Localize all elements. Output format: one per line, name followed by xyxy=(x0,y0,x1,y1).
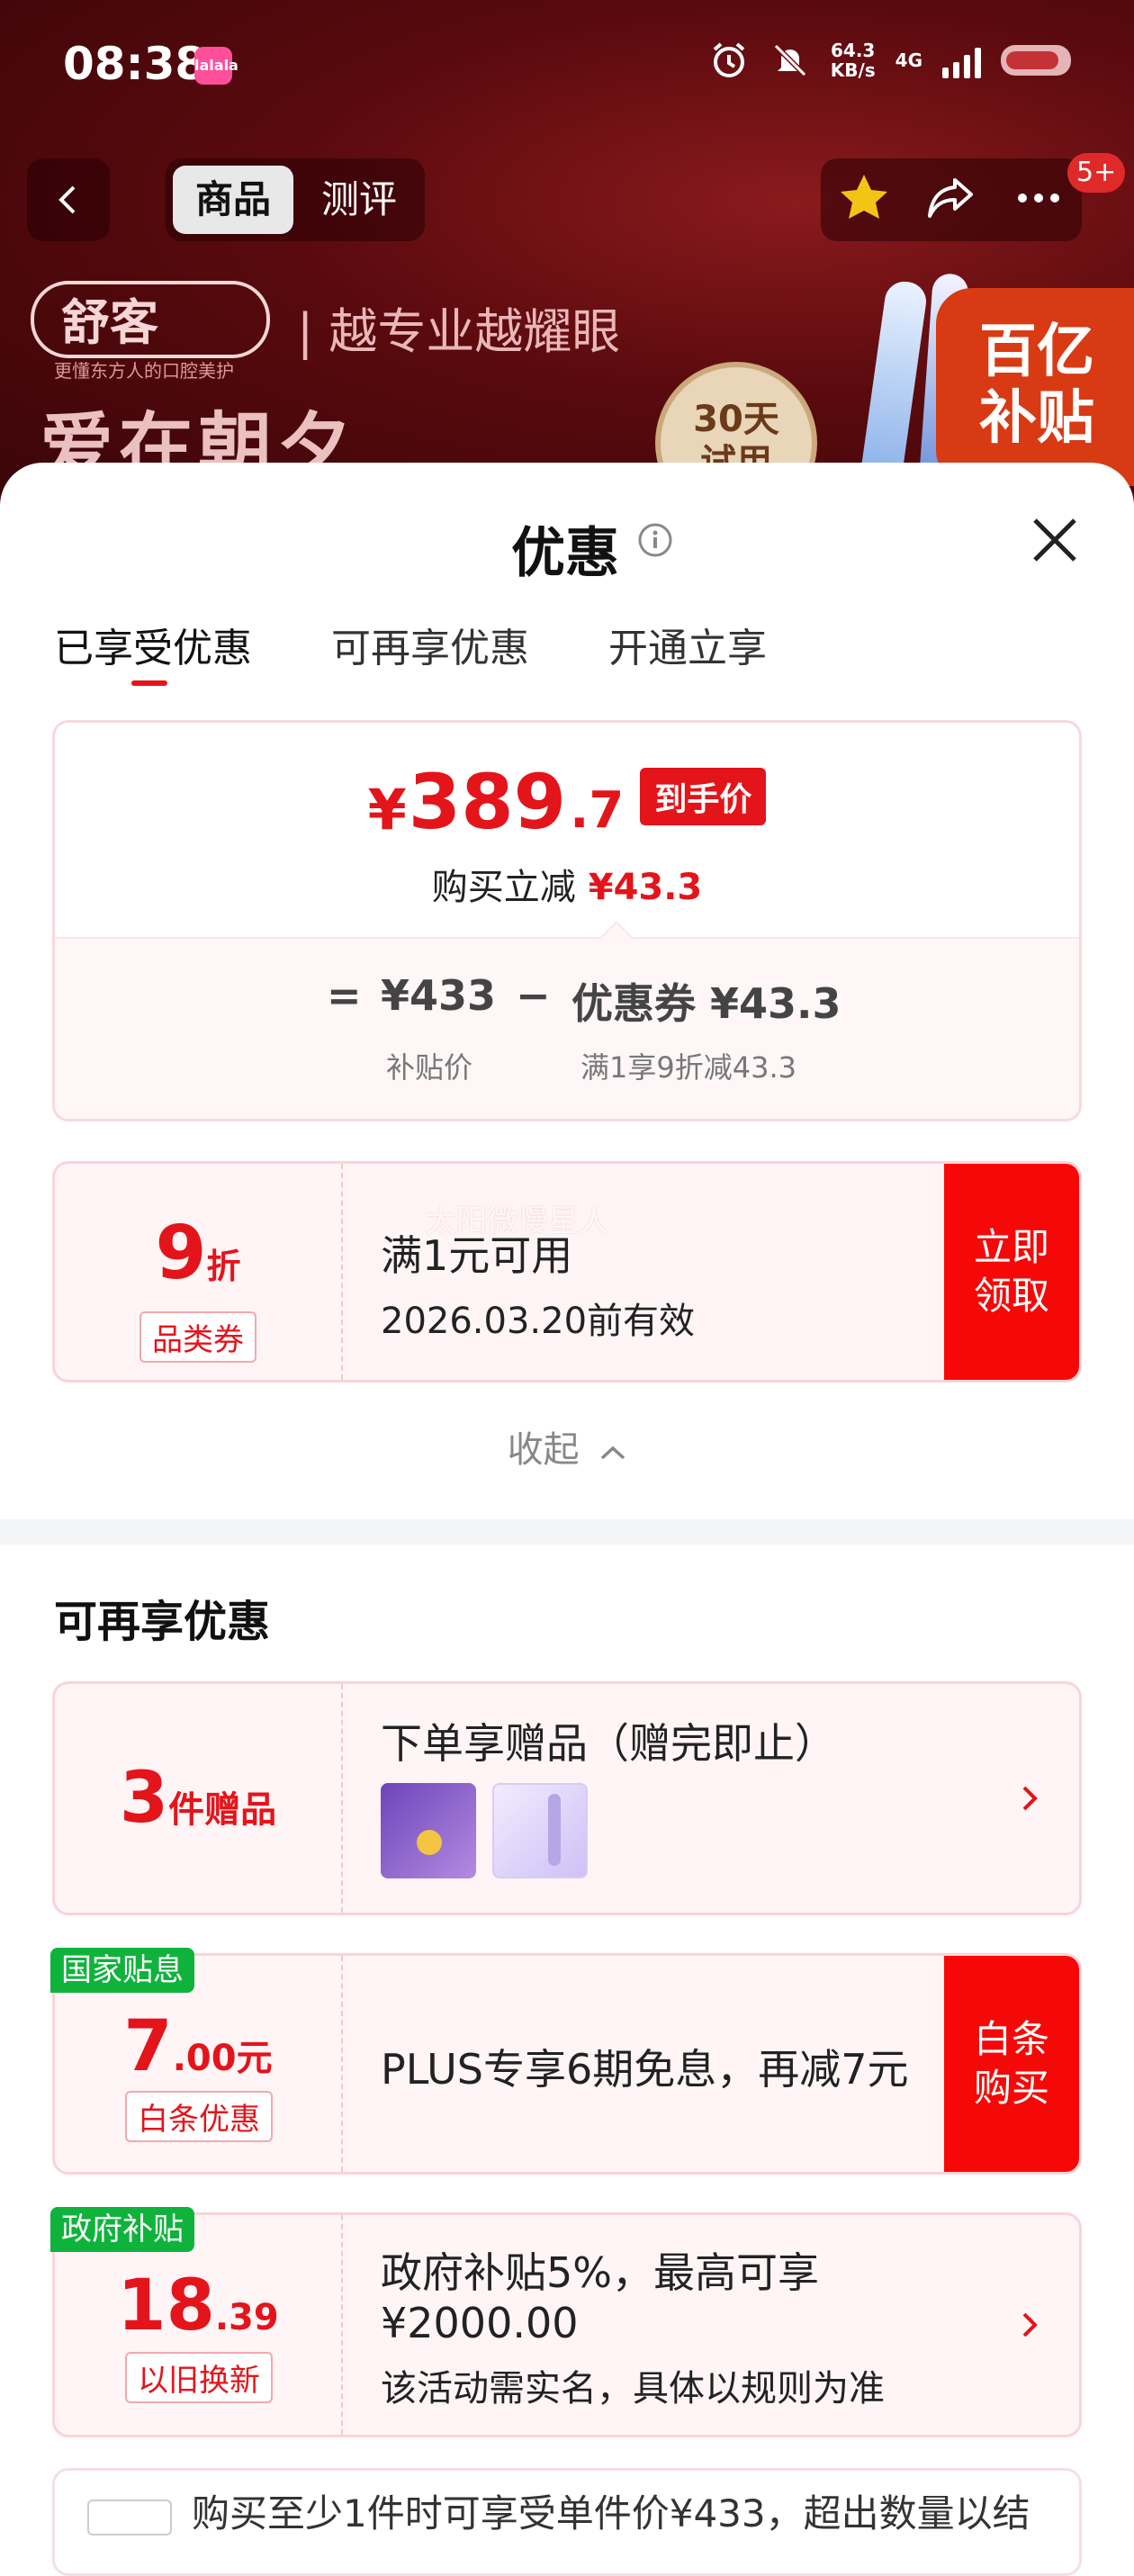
subsidy-badge: 百亿 补贴 xyxy=(936,288,1134,486)
collapse-button[interactable]: 收起 xyxy=(0,1420,1134,1473)
tab-activate[interactable]: 开通立享 xyxy=(608,616,767,673)
gov-sub-tag: 以旧换新 xyxy=(125,2352,273,2403)
gift-image xyxy=(492,1783,588,1878)
gift-count: 3件赠品 xyxy=(119,1758,277,1839)
coupon-validity: 2026.03.20前有效 xyxy=(381,1301,696,1342)
sheet-title: 优惠 xyxy=(511,522,619,585)
coupon-note: 满1享9折减43.3 xyxy=(580,1050,796,1085)
subsidy-price: ¥433 xyxy=(381,971,497,1020)
plus-interest-free-card[interactable]: 7.00元 白条优惠 PLUS专享6期免息，再减7元 白条购买 xyxy=(52,1953,1082,2175)
back-arrow-icon xyxy=(58,185,76,214)
gift-title: 下单享赠品（赠完即止） xyxy=(381,1719,836,1768)
coupon-info: 满1元可用 2026.03.20前有效 xyxy=(381,1223,695,1344)
network-speed: 64.3 KB/s xyxy=(830,40,876,81)
signal-icon xyxy=(942,42,981,78)
share-icon xyxy=(927,178,973,218)
brand-slogan: | 越专业越耀眼 xyxy=(297,303,621,360)
tab-indicator xyxy=(131,680,167,686)
back-button[interactable] xyxy=(27,158,110,241)
gov-offer-text: 政府补贴5%，最高可享¥2000.00 xyxy=(381,2248,819,2347)
brand-subtitle: 更懂东方人的口腔美护 xyxy=(54,360,234,382)
price-breakdown: = ¥433 补贴价 − 优惠券 ¥43.3 满1享9折减43.3 xyxy=(55,937,1079,1119)
notification-badge: 5+ xyxy=(1067,153,1126,193)
gift-image xyxy=(381,1783,476,1878)
minus-sign: − xyxy=(516,971,551,1020)
more-icon xyxy=(1017,194,1059,203)
tab-reviews[interactable]: 测评 xyxy=(301,166,418,234)
gov-offer-note: 该活动需实名，具体以规则为准 xyxy=(381,2368,885,2409)
brand-logo: 舒客 xyxy=(31,281,270,358)
tab-more-offers[interactable]: 可再享优惠 xyxy=(331,616,529,673)
coupon-amount: 优惠券 ¥43.3 xyxy=(572,979,842,1028)
section-title-more-offers: 可再享优惠 xyxy=(54,1597,271,1647)
price-summary-card: ¥ 389 .7 到手价 购买立减 ¥43.3 = ¥433 补贴价 − 优惠券 … xyxy=(52,720,1082,1121)
more-button[interactable] xyxy=(1012,171,1066,229)
tab-goods[interactable]: 商品 xyxy=(173,166,293,234)
plus-sub-tag: 白条优惠 xyxy=(125,2091,273,2142)
national-interest-tag: 国家贴息 xyxy=(50,1948,194,1993)
coupon-type-tag: 品类券 xyxy=(140,1311,256,1363)
share-button[interactable] xyxy=(924,171,978,229)
currency-symbol: ¥ xyxy=(367,777,407,842)
watermark-text: 太阳微慢星人 xyxy=(426,1203,609,1239)
coupon-value-area: 9折 品类券 xyxy=(55,1164,343,1380)
gov-subsidy-tag: 政府补贴 xyxy=(50,2207,194,2252)
baitiao-buy-button[interactable]: 白条购买 xyxy=(944,1956,1079,2172)
equals-sign: = xyxy=(327,971,362,1020)
category-coupon-card[interactable]: 9折 品类券 满1元可用 2026.03.20前有效 太阳微慢星人 立即领取 xyxy=(52,1161,1082,1383)
close-button[interactable] xyxy=(1026,511,1084,569)
final-price: 389 xyxy=(408,758,567,846)
gov-amount: 18.39 xyxy=(117,2265,279,2346)
offer-sheet: 优惠 已享受优惠 可再享优惠 开通立享 ¥ 389 .7 到手价 购买立减 ¥43… xyxy=(0,463,1134,2576)
quantity-price-card[interactable]: 购买至少1件时可享受单件价¥433，超出数量以结 xyxy=(52,2468,1082,2576)
gift-count-area: 3件赠品 xyxy=(55,1684,343,1913)
network-type: 4G xyxy=(895,50,922,71)
chevron-right-icon xyxy=(1022,1786,1038,1811)
quantity-price-text: 购买至少1件时可享受单件价¥433，超出数量以结 xyxy=(192,2491,1030,2535)
close-icon xyxy=(1033,518,1076,562)
subsidy-price-label: 补贴价 xyxy=(386,1050,473,1085)
final-price-tag: 到手价 xyxy=(640,768,767,825)
page-tabs: 商品 测评 xyxy=(166,158,425,241)
battery-icon xyxy=(1001,45,1071,76)
status-bar: 08:38 lalala 64.3 KB/s 4G xyxy=(0,0,1134,135)
coupon-discount: 9折 xyxy=(155,1211,241,1296)
tab-enjoyed[interactable]: 已享受优惠 xyxy=(54,616,252,673)
status-time: 08:38 xyxy=(63,38,207,90)
section-divider xyxy=(0,1519,1134,1545)
info-icon[interactable] xyxy=(637,522,673,558)
mute-icon xyxy=(770,40,811,81)
final-price-decimal: .7 xyxy=(570,781,625,840)
top-nav: 商品 测评 xyxy=(0,155,1134,245)
gift-thumbnails xyxy=(381,1783,588,1882)
offer-tag xyxy=(87,2499,172,2535)
alarm-icon xyxy=(708,40,750,81)
chevron-up-icon xyxy=(601,1446,626,1460)
claim-coupon-button[interactable]: 立即领取 xyxy=(944,1164,1079,1380)
star-icon xyxy=(841,175,888,219)
plus-amount: 7.00元 xyxy=(123,2006,273,2087)
gov-subsidy-card[interactable]: 18.39 以旧换新 政府补贴5%，最高可享¥2000.00 该活动需实名，具体… xyxy=(52,2212,1082,2437)
plus-offer-text: PLUS专享6期免息，再减7元 xyxy=(381,2045,909,2094)
app-notification-icon: lalala xyxy=(194,47,238,85)
action-buttons xyxy=(821,158,1082,241)
favorite-button[interactable] xyxy=(837,171,891,229)
instant-reduction: 购买立减 ¥43.3 xyxy=(431,867,703,908)
chevron-right-icon xyxy=(1022,2312,1038,2337)
gift-offer-card[interactable]: 3件赠品 下单享赠品（赠完即止） xyxy=(52,1681,1082,1915)
